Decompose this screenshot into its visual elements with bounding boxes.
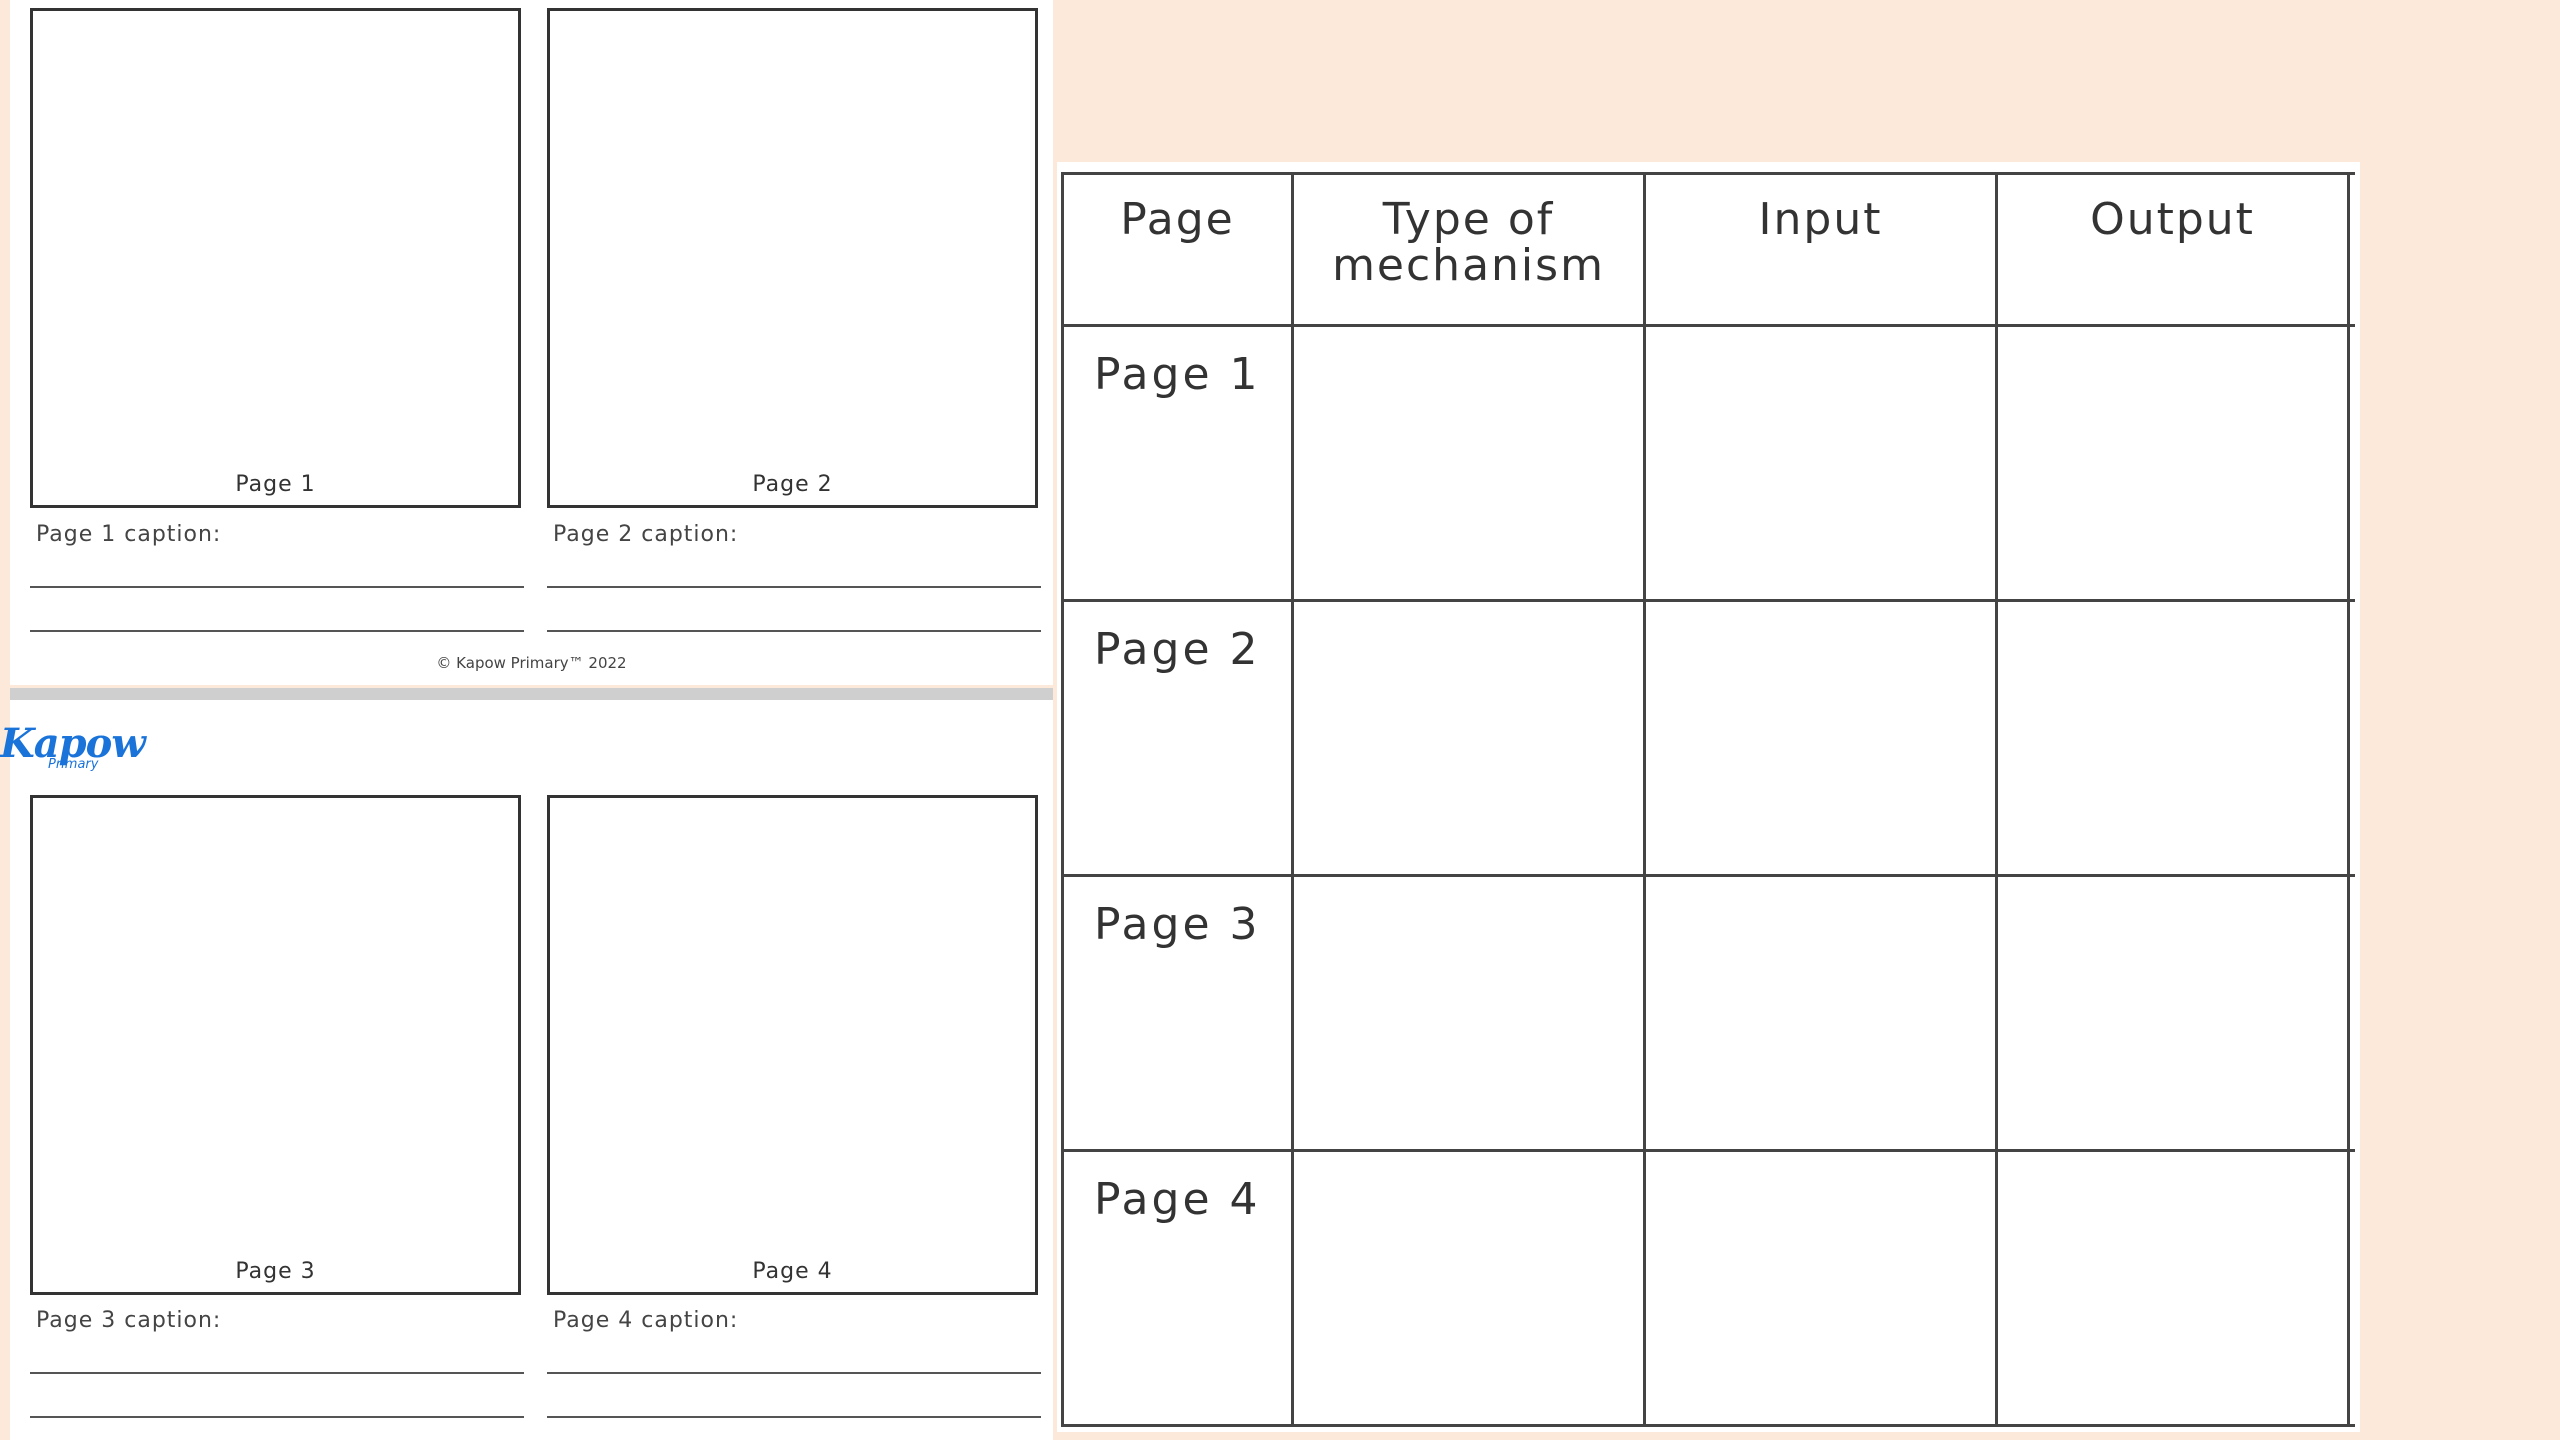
- overflow-cell: [2347, 599, 2355, 877]
- frame-label: Page 3: [235, 1259, 316, 1284]
- caption-label-1: Page 1 caption:: [36, 522, 222, 547]
- header-overflow-cell: [2347, 172, 2355, 327]
- mechanism-cell[interactable]: [1291, 599, 1646, 877]
- caption-line: [30, 630, 524, 632]
- caption-line: [547, 1372, 1041, 1374]
- caption-line: [30, 1372, 524, 1374]
- mechanism-table: Page Type of mechanism Input Output Page…: [1061, 172, 2355, 1427]
- table-row: Page 2: [1061, 599, 2355, 877]
- overflow-cell: [2347, 1149, 2355, 1427]
- input-cell[interactable]: [1643, 874, 1998, 1152]
- frame-label: Page 4: [752, 1259, 833, 1284]
- copyright-text: © Kapow Primary™ 2022: [436, 654, 627, 672]
- output-cell[interactable]: [1995, 599, 2350, 877]
- input-cell[interactable]: [1643, 1149, 1998, 1427]
- header-type-of-mechanism: Type of mechanism: [1291, 172, 1646, 327]
- mechanism-cell[interactable]: [1291, 874, 1646, 1152]
- frame-label: Page 2: [752, 472, 833, 497]
- overflow-cell: [2347, 324, 2355, 602]
- table-row: Page 1: [1061, 324, 2355, 602]
- output-cell[interactable]: [1995, 324, 2350, 602]
- input-cell[interactable]: [1643, 599, 1998, 877]
- header-page: Page: [1061, 172, 1294, 327]
- storyboard-frame-1: Page 1: [30, 8, 521, 508]
- caption-line: [547, 630, 1041, 632]
- caption-line: [30, 586, 524, 588]
- caption-line: [547, 586, 1041, 588]
- caption-line: [30, 1416, 524, 1418]
- row-label: Page 3: [1061, 874, 1294, 1152]
- mechanism-cell[interactable]: [1291, 1149, 1646, 1427]
- caption-line: [547, 1416, 1041, 1418]
- output-cell[interactable]: [1995, 1149, 2350, 1427]
- row-label: Page 1: [1061, 324, 1294, 602]
- caption-label-4: Page 4 caption:: [553, 1308, 739, 1333]
- worksheet-page-bottom: Page 3 Page 4 Page 3 caption: Page 4 cap…: [10, 700, 1053, 1440]
- input-cell[interactable]: [1643, 324, 1998, 602]
- caption-label-3: Page 3 caption:: [36, 1308, 222, 1333]
- row-label: Page 4: [1061, 1149, 1294, 1427]
- frame-label: Page 1: [235, 472, 316, 497]
- worksheet-page-top: Page 1 Page 2 Page 1 caption: Page 2 cap…: [10, 0, 1053, 685]
- table-row: Page 4: [1061, 1149, 2355, 1427]
- overflow-cell: [2347, 874, 2355, 1152]
- storyboard-frame-4: Page 4: [547, 795, 1038, 1295]
- caption-label-2: Page 2 caption:: [553, 522, 739, 547]
- storyboard-frame-2: Page 2: [547, 8, 1038, 508]
- output-cell[interactable]: [1995, 874, 2350, 1152]
- kapow-logo-sub: Primary: [48, 757, 99, 772]
- table-header-row: Page Type of mechanism Input Output: [1061, 172, 2355, 327]
- table-row: Page 3: [1061, 874, 2355, 1152]
- mechanism-cell[interactable]: [1291, 324, 1646, 602]
- header-output: Output: [1995, 172, 2350, 327]
- row-label: Page 2: [1061, 599, 1294, 877]
- mechanism-table-panel: Page Type of mechanism Input Output Page…: [1057, 162, 2360, 1432]
- header-input: Input: [1643, 172, 1998, 327]
- storyboard-frame-3: Page 3: [30, 795, 521, 1295]
